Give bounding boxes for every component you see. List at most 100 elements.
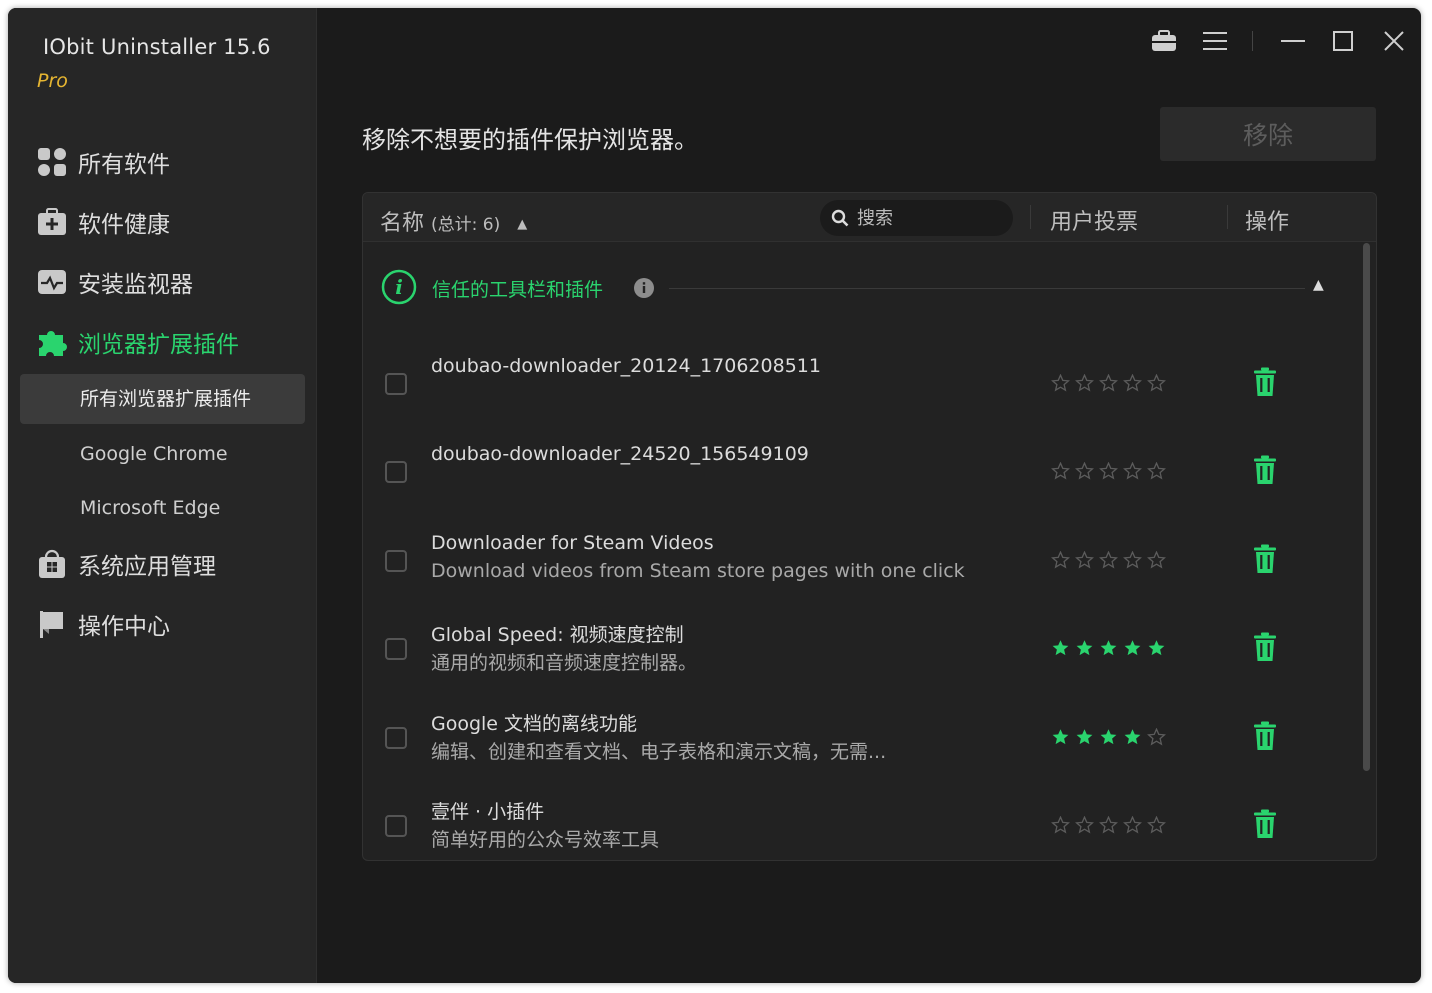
star-empty-icon bbox=[1123, 551, 1142, 569]
extension-description: 简单好用的公众号效率工具 bbox=[431, 829, 660, 851]
row-checkbox[interactable] bbox=[385, 727, 407, 749]
column-divider bbox=[1030, 205, 1031, 229]
extension-description: Download videos from Steam store pages w… bbox=[431, 560, 965, 582]
row-checkbox[interactable] bbox=[385, 373, 407, 395]
maximize-icon[interactable] bbox=[1328, 26, 1358, 56]
star-empty-icon bbox=[1051, 551, 1070, 569]
close-icon[interactable] bbox=[1379, 26, 1409, 56]
search-box[interactable] bbox=[820, 200, 1013, 236]
remove-button[interactable]: 移除 bbox=[1160, 107, 1376, 161]
star-empty-icon bbox=[1147, 728, 1166, 746]
star-empty-icon bbox=[1075, 462, 1094, 480]
trash-icon[interactable] bbox=[1253, 455, 1277, 489]
search-input[interactable] bbox=[855, 206, 999, 230]
star-empty-icon bbox=[1051, 462, 1070, 480]
titlebar-divider bbox=[1252, 31, 1253, 51]
rating-stars bbox=[1051, 816, 1171, 834]
sidebar-subitem-microsoft-edge[interactable]: Microsoft Edge bbox=[20, 483, 305, 533]
sidebar-item-install-monitor[interactable]: 安装监视器 bbox=[36, 262, 193, 302]
rating-stars bbox=[1051, 639, 1171, 657]
extension-row[interactable]: Global Speed: 视频速度控制 通用的视频和音频速度控制器。 bbox=[363, 598, 1363, 686]
star-empty-icon bbox=[1051, 374, 1070, 392]
sidebar-item-system-apps[interactable]: 系统应用管理 bbox=[36, 544, 216, 584]
info-circle-icon: i bbox=[381, 269, 417, 309]
extension-name: Google 文档的离线功能 bbox=[431, 713, 638, 735]
toolbox-icon[interactable] bbox=[1149, 26, 1179, 56]
trash-icon[interactable] bbox=[1253, 367, 1277, 401]
star-empty-icon bbox=[1051, 816, 1070, 834]
trash-icon[interactable] bbox=[1253, 632, 1277, 666]
star-empty-icon bbox=[1147, 816, 1166, 834]
extension-row[interactable]: Google 文档的离线功能 编辑、创建和查看文档、电子表格和演示文稿，无需..… bbox=[363, 687, 1363, 775]
row-checkbox[interactable] bbox=[385, 550, 407, 572]
column-divider bbox=[1227, 205, 1228, 229]
sidebar-item-label: 系统应用管理 bbox=[78, 554, 216, 580]
extension-name: Global Speed: 视频速度控制 bbox=[431, 624, 684, 646]
sidebar-item-label: 软件健康 bbox=[78, 212, 170, 238]
trash-icon[interactable] bbox=[1253, 809, 1277, 843]
app-title: IObit Uninstaller 15.6 bbox=[43, 35, 271, 59]
extension-row[interactable]: doubao-downloader_24520_156549109 bbox=[363, 421, 1363, 509]
star-filled-icon bbox=[1100, 640, 1117, 656]
extension-row[interactable]: Downloader for Steam Videos Download vid… bbox=[363, 510, 1363, 598]
grid-apps-icon bbox=[36, 146, 68, 178]
star-empty-icon bbox=[1123, 374, 1142, 392]
health-kit-icon bbox=[36, 206, 68, 238]
sidebar-item-action-center[interactable]: 操作中心 bbox=[36, 604, 170, 644]
star-empty-icon bbox=[1075, 374, 1094, 392]
info-icon[interactable] bbox=[634, 278, 654, 302]
column-header-name[interactable]: 名称 (总计: 6) ▲ bbox=[380, 205, 527, 237]
sidebar-item-software-health[interactable]: 软件健康 bbox=[36, 202, 170, 242]
star-filled-icon bbox=[1052, 729, 1069, 745]
row-checkbox[interactable] bbox=[385, 638, 407, 660]
search-icon bbox=[831, 209, 849, 227]
star-empty-icon bbox=[1147, 462, 1166, 480]
star-empty-icon bbox=[1123, 816, 1142, 834]
star-filled-icon bbox=[1148, 640, 1165, 656]
group-trusted-header: i 信任的工具栏和插件 ▲ bbox=[381, 269, 1331, 305]
flag-icon bbox=[36, 608, 68, 640]
extension-name: Downloader for Steam Videos bbox=[431, 532, 714, 554]
table-header: 名称 (总计: 6) ▲ 用户投票 操作 bbox=[363, 193, 1376, 242]
app-window: IObit Uninstaller 15.6 Pro 所有软件 软件健康 安装监… bbox=[8, 8, 1421, 983]
row-checkbox[interactable] bbox=[385, 815, 407, 837]
column-header-actions: 操作 bbox=[1245, 210, 1290, 235]
sidebar-item-label: 操作中心 bbox=[78, 614, 170, 640]
trash-icon[interactable] bbox=[1253, 544, 1277, 578]
star-filled-icon bbox=[1076, 729, 1093, 745]
rating-stars bbox=[1051, 462, 1171, 480]
sidebar: IObit Uninstaller 15.6 Pro 所有软件 软件健康 安装监… bbox=[8, 8, 317, 983]
column-name-count: (总计: 6) bbox=[431, 215, 501, 235]
star-filled-icon bbox=[1076, 640, 1093, 656]
star-filled-icon bbox=[1124, 640, 1141, 656]
extension-description: 通用的视频和音频速度控制器。 bbox=[431, 652, 698, 674]
rating-stars bbox=[1051, 374, 1171, 392]
star-filled-icon bbox=[1100, 729, 1117, 745]
extension-name: doubao-downloader_24520_156549109 bbox=[431, 443, 809, 465]
extension-row[interactable]: 壹伴 · 小插件 简单好用的公众号效率工具 bbox=[363, 775, 1363, 860]
star-empty-icon bbox=[1099, 551, 1118, 569]
star-empty-icon bbox=[1099, 462, 1118, 480]
star-empty-icon bbox=[1099, 374, 1118, 392]
rating-stars bbox=[1051, 551, 1171, 569]
trash-icon[interactable] bbox=[1253, 721, 1277, 755]
menu-icon[interactable] bbox=[1200, 26, 1230, 56]
windows-store-icon bbox=[36, 548, 68, 580]
extension-row[interactable]: doubao-downloader_20124_1706208511 bbox=[363, 333, 1363, 421]
extension-description: 编辑、创建和查看文档、电子表格和演示文稿，无需... bbox=[431, 741, 887, 763]
monitor-icon bbox=[36, 266, 68, 298]
extensions-panel: 名称 (总计: 6) ▲ 用户投票 操作 i 信任的工具栏和插件 bbox=[362, 192, 1377, 861]
row-checkbox[interactable] bbox=[385, 461, 407, 483]
group-divider bbox=[669, 288, 1305, 289]
sidebar-subitem-google-chrome[interactable]: Google Chrome bbox=[20, 429, 305, 479]
app-edition: Pro bbox=[37, 70, 68, 92]
sidebar-item-all-software[interactable]: 所有软件 bbox=[36, 142, 170, 182]
scrollbar[interactable] bbox=[1363, 243, 1370, 771]
minimize-icon[interactable] bbox=[1278, 26, 1308, 56]
collapse-caret-icon[interactable]: ▲ bbox=[1313, 277, 1324, 293]
group-label: 信任的工具栏和插件 bbox=[432, 279, 604, 301]
sidebar-item-browser-extensions[interactable]: 浏览器扩展插件 bbox=[36, 322, 239, 362]
sidebar-item-label: 所有软件 bbox=[78, 152, 170, 178]
star-empty-icon bbox=[1147, 551, 1166, 569]
sidebar-subitem-all-extensions[interactable]: 所有浏览器扩展插件 bbox=[20, 374, 305, 424]
